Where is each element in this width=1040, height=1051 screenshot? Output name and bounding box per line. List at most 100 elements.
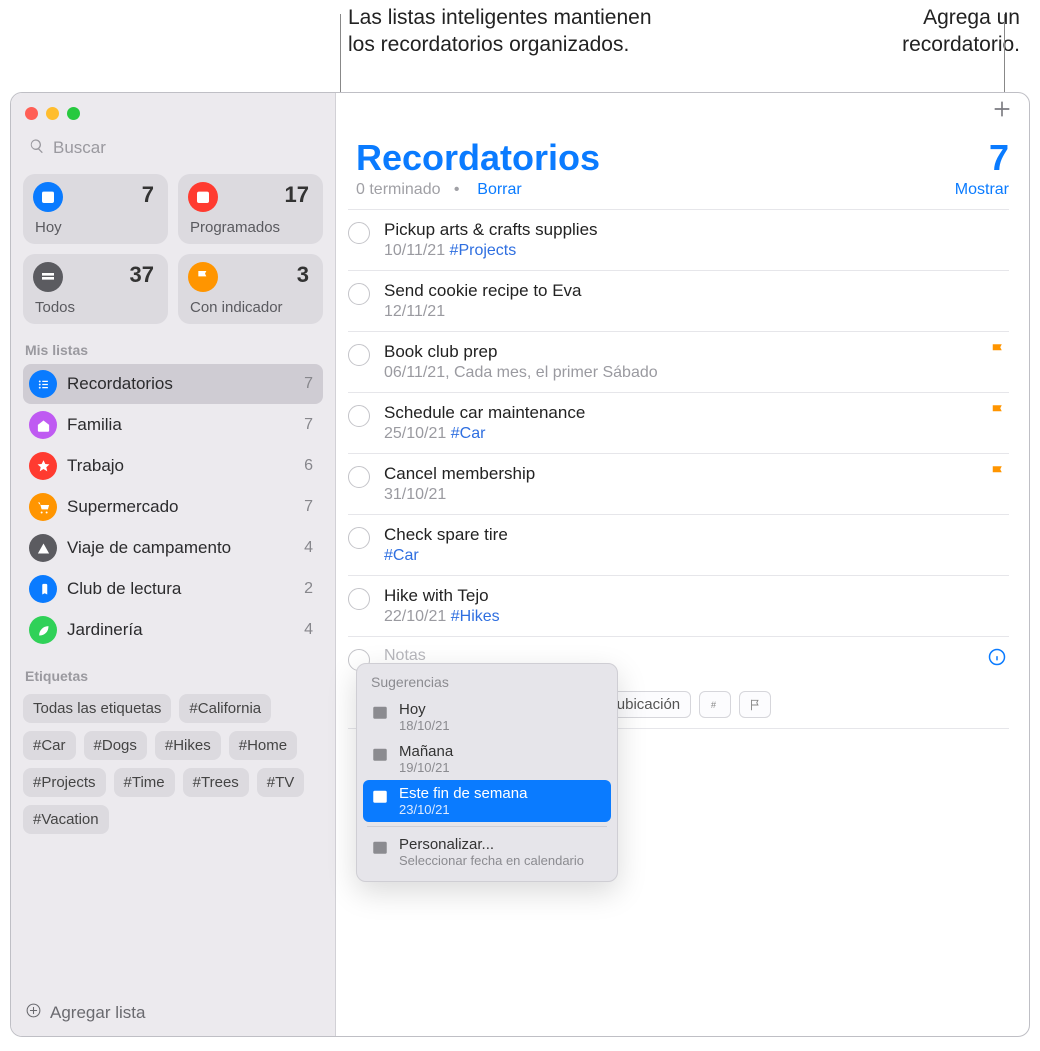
smart-list-all[interactable]: 37 Todos: [23, 254, 168, 324]
add-flag-button[interactable]: [739, 691, 771, 718]
reminder-title: Send cookie recipe to Eva: [384, 281, 1009, 301]
reminder-item[interactable]: Schedule car maintenance 25/10/21 #Car: [348, 393, 1009, 454]
list-name: Supermercado: [67, 497, 294, 517]
smart-list-scheduled[interactable]: 17 Programados: [178, 174, 323, 244]
suggestion-custom-title: Personalizar...: [399, 836, 584, 853]
show-completed-link[interactable]: Mostrar: [955, 181, 1009, 199]
flagged-icon: [188, 262, 218, 292]
complete-toggle[interactable]: [348, 283, 370, 305]
info-button[interactable]: [987, 647, 1007, 672]
reminder-item[interactable]: Send cookie recipe to Eva 12/11/21: [348, 271, 1009, 332]
reminder-meta: 31/10/21: [384, 486, 1009, 504]
smart-list-flagged[interactable]: 3 Con indicador: [178, 254, 323, 324]
search-field[interactable]: [23, 134, 323, 162]
tag-pill[interactable]: #Car: [23, 731, 76, 760]
add-reminder-button[interactable]: [991, 98, 1013, 125]
tag-pill[interactable]: Todas las etiquetas: [23, 694, 171, 723]
add-list-button[interactable]: Agregar lista: [23, 998, 323, 1028]
reminder-tag[interactable]: #Projects: [450, 242, 517, 259]
divider: [367, 826, 607, 827]
tag-pill[interactable]: #Time: [114, 768, 175, 797]
sidebar-list-item[interactable]: Supermercado 7: [23, 487, 323, 527]
reminder-tag[interactable]: #Car: [384, 547, 419, 564]
smart-label: Con indicador: [190, 299, 283, 316]
tent-icon: [29, 534, 57, 562]
complete-toggle[interactable]: [348, 527, 370, 549]
suggestion-date: 18/10/21: [399, 718, 450, 733]
complete-toggle[interactable]: [348, 344, 370, 366]
minimize-window-button[interactable]: [46, 107, 59, 120]
suggestions-title: Sugerencias: [371, 674, 603, 690]
date-suggestion[interactable]: Mañana 19/10/21: [363, 738, 611, 780]
reminder-item[interactable]: Pickup arts & crafts supplies 10/11/21 #…: [348, 209, 1009, 271]
list-name: Jardinería: [67, 620, 294, 640]
search-input[interactable]: [51, 137, 317, 159]
reminder-tag[interactable]: #Hikes: [451, 608, 500, 625]
complete-toggle[interactable]: [348, 588, 370, 610]
suggestion-date: 19/10/21: [399, 760, 453, 775]
complete-toggle[interactable]: [348, 466, 370, 488]
tag-pill[interactable]: #Vacation: [23, 805, 109, 834]
sidebar-list-item[interactable]: Familia 7: [23, 405, 323, 445]
complete-toggle[interactable]: [348, 222, 370, 244]
list-count: 4: [304, 621, 313, 639]
section-title-mylists: Mis listas: [25, 342, 321, 358]
reminder-meta: 12/11/21: [384, 303, 1009, 321]
reminder-title: Hike with Tejo: [384, 586, 1009, 606]
reminder-tag[interactable]: #Car: [451, 425, 486, 442]
leaf-icon: [29, 616, 57, 644]
tag-pill[interactable]: #Hikes: [155, 731, 221, 760]
tag-pill[interactable]: #Projects: [23, 768, 106, 797]
annotation-layer: Las listas inteligentes mantienen los re…: [0, 0, 1040, 92]
star-icon: [29, 452, 57, 480]
suggestion-title: Este fin de semana: [399, 785, 527, 802]
date-suggestion[interactable]: Este fin de semana 23/10/21: [363, 780, 611, 822]
calendar-icon: [371, 787, 389, 805]
list-name: Recordatorios: [67, 374, 294, 394]
reminder-title: Schedule car maintenance: [384, 403, 1009, 423]
smart-count: 3: [297, 262, 309, 288]
reminder-meta: 22/10/21 #Hikes: [384, 608, 1009, 626]
tag-pill[interactable]: #TV: [257, 768, 305, 797]
date-suggestion[interactable]: Hoy 18/10/21: [363, 696, 611, 738]
suggestion-title: Mañana: [399, 743, 453, 760]
reminder-meta: 25/10/21 #Car: [384, 425, 1009, 443]
home-icon: [29, 411, 57, 439]
close-window-button[interactable]: [25, 107, 38, 120]
tag-pill[interactable]: #Dogs: [84, 731, 147, 760]
reminder-item[interactable]: Book club prep 06/11/21, Cada mes, el pr…: [348, 332, 1009, 393]
list-name: Trabajo: [67, 456, 294, 476]
flag-icon: [989, 403, 1007, 426]
reminders-list: Pickup arts & crafts supplies 10/11/21 #…: [336, 209, 1029, 729]
tag-pill[interactable]: #Trees: [183, 768, 249, 797]
zoom-window-button[interactable]: [67, 107, 80, 120]
sidebar: 7 Hoy 17 Programados 37 Todos 3 Con indi…: [11, 93, 336, 1036]
tag-pill[interactable]: #Home: [229, 731, 297, 760]
smart-list-today[interactable]: 7 Hoy: [23, 174, 168, 244]
sidebar-list-item[interactable]: Jardinería 4: [23, 610, 323, 650]
reminder-meta: 06/11/21, Cada mes, el primer Sábado: [384, 364, 1009, 382]
book-icon: [29, 575, 57, 603]
list-name: Club de lectura: [67, 579, 294, 599]
sidebar-list-item[interactable]: Recordatorios 7: [23, 364, 323, 404]
separator-dot: •: [454, 181, 460, 198]
add-tag-button[interactable]: #: [699, 691, 731, 718]
sidebar-list-item[interactable]: Viaje de campamento 4: [23, 528, 323, 568]
cart-icon: [29, 493, 57, 521]
search-icon: [29, 138, 45, 159]
sidebar-list-item[interactable]: Club de lectura 2: [23, 569, 323, 609]
reminder-item[interactable]: Check spare tire #Car: [348, 515, 1009, 576]
complete-toggle[interactable]: [348, 405, 370, 427]
suggestion-custom[interactable]: Personalizar... Seleccionar fecha en cal…: [363, 831, 611, 873]
sidebar-list-item[interactable]: Trabajo 6: [23, 446, 323, 486]
reminder-item[interactable]: Cancel membership 31/10/21: [348, 454, 1009, 515]
reminder-title: Cancel membership: [384, 464, 1009, 484]
toolbar: [336, 93, 1029, 129]
tag-pill[interactable]: #California: [179, 694, 271, 723]
reminder-title: Pickup arts & crafts supplies: [384, 220, 1009, 240]
smart-label: Todos: [35, 299, 75, 316]
completed-count: 0 terminado: [356, 181, 441, 198]
reminder-item[interactable]: Hike with Tejo 22/10/21 #Hikes: [348, 576, 1009, 637]
clear-completed-link[interactable]: Borrar: [477, 181, 521, 198]
smart-lists-grid: 7 Hoy 17 Programados 37 Todos 3 Con indi…: [23, 174, 323, 324]
